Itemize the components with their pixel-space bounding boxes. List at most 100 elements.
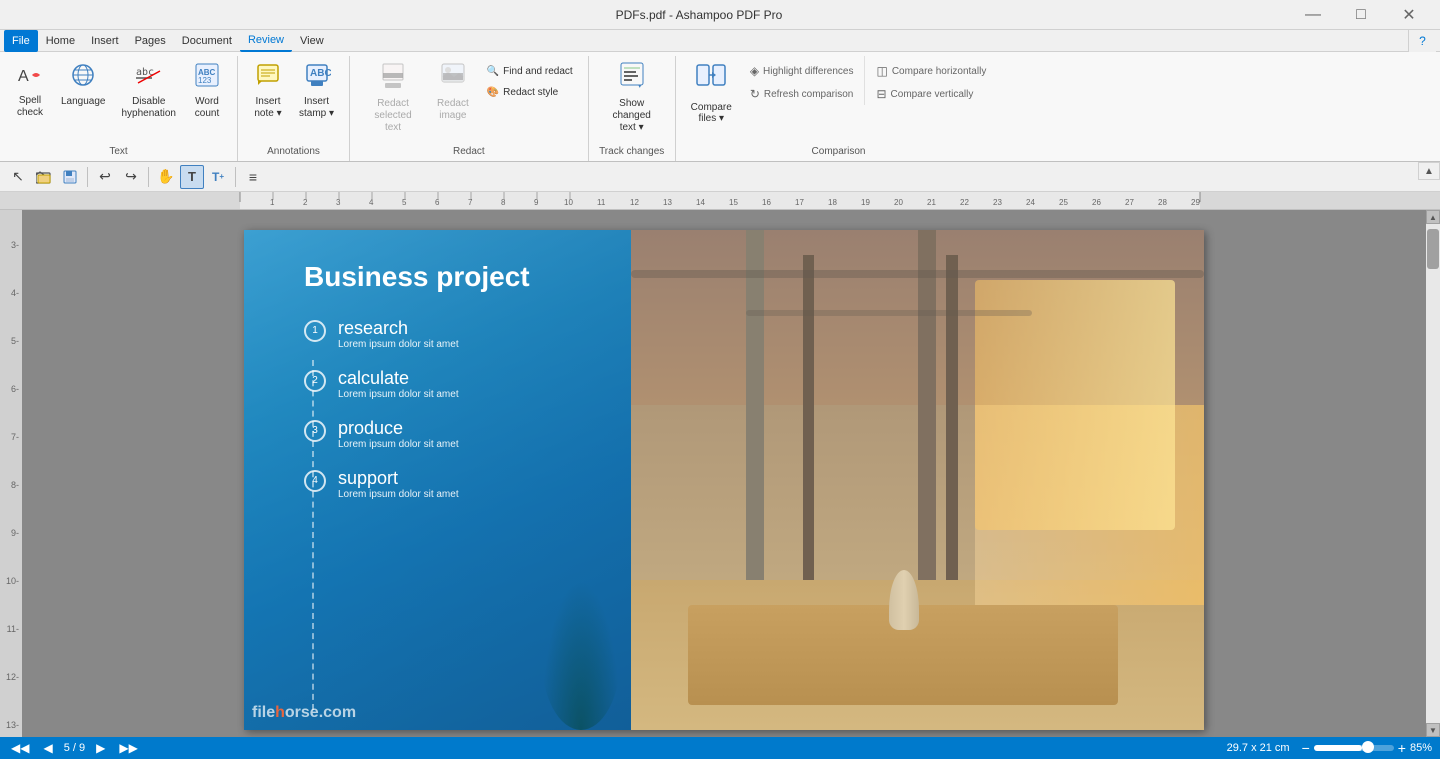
page-container: Business project 1 research Lorem ipsum …: [244, 230, 1204, 737]
pdf-item-1: 1 research Lorem ipsum dolor sit amet: [304, 318, 611, 350]
nav-prev-button[interactable]: ◀: [40, 741, 55, 755]
svg-text:29: 29: [1191, 198, 1200, 207]
toolbar-separator-2: [148, 167, 149, 187]
svg-text:1: 1: [270, 198, 275, 207]
redact-selected-text-button[interactable]: Redactselected text: [358, 56, 428, 139]
hand-tool-button[interactable]: ✋: [154, 165, 178, 189]
menu-view[interactable]: View: [292, 30, 332, 52]
compare-horizontally-button[interactable]: ◫ Compare horizontally: [869, 60, 993, 82]
svg-text:13: 13: [663, 198, 672, 207]
minimize-button[interactable]: —: [1290, 1, 1336, 29]
ruler: generate 1 2 3 4 5 6 7 8 9 10 11 12 13 1…: [0, 192, 1440, 210]
open-button[interactable]: [32, 165, 56, 189]
menu-home[interactable]: Home: [38, 30, 83, 52]
more-options-button[interactable]: ≡: [241, 165, 265, 189]
svg-text:25: 25: [1059, 198, 1068, 207]
redact-style-icon: 🎨: [487, 87, 499, 98]
zoom-out-button[interactable]: −: [1302, 740, 1310, 756]
zoom-slider-thumb[interactable]: [1362, 741, 1374, 753]
svg-text:19: 19: [861, 198, 870, 207]
svg-text:28: 28: [1158, 198, 1167, 207]
comparison-group-label: Comparison: [684, 143, 994, 161]
menu-document[interactable]: Document: [174, 30, 240, 52]
nav-last-button[interactable]: ▶▶: [116, 741, 140, 755]
spell-check-label: Spellcheck: [17, 95, 43, 119]
zoom-controls: − + 85%: [1302, 740, 1432, 756]
toolbar: ↖ ↩ ↪ ✋ T T+ ≡: [0, 162, 1440, 192]
compare-files-button[interactable]: Comparefiles ▾: [684, 56, 739, 129]
compare-vertically-button[interactable]: ⊟ Compare vertically: [869, 83, 993, 105]
nav-next-button[interactable]: ▶: [93, 741, 108, 755]
svg-text:7: 7: [468, 198, 473, 207]
svg-text:17: 17: [795, 198, 804, 207]
zoom-in-button[interactable]: +: [1398, 740, 1406, 756]
redo-button[interactable]: ↪: [119, 165, 143, 189]
disable-hyphenation-button[interactable]: abc Disablehyphe­nation: [115, 56, 184, 125]
text-group-label: Text: [8, 143, 229, 161]
menu-insert[interactable]: Insert: [83, 30, 127, 52]
undo-button[interactable]: ↩: [93, 165, 117, 189]
track-changes-group-label: Track changes: [597, 143, 667, 161]
window-title: PDFs.pdf - Ashampoo PDF Pro: [108, 8, 1290, 22]
svg-text:ABC: ABC: [310, 68, 331, 79]
find-and-redact-button[interactable]: 🔍 Find and redact: [480, 62, 580, 81]
menu-file[interactable]: File: [4, 30, 38, 52]
show-changed-text-button[interactable]: ▾ Showchanged text ▾: [597, 56, 667, 139]
maximize-button[interactable]: □: [1338, 1, 1384, 29]
status-right: 29.7 x 21 cm − + 85%: [1227, 740, 1432, 756]
spell-check-icon: A: [16, 61, 44, 93]
scroll-track[interactable]: [1426, 224, 1440, 723]
close-button[interactable]: ✕: [1386, 1, 1432, 29]
menu-pages[interactable]: Pages: [127, 30, 174, 52]
nav-first-button[interactable]: ◀◀: [8, 741, 32, 755]
svg-text:24: 24: [1026, 198, 1035, 207]
refresh-comparison-icon: ↻: [750, 87, 760, 101]
language-label: Language: [61, 96, 106, 108]
word-count-button[interactable]: ABC123 Wordcount: [185, 56, 229, 125]
scroll-down-button[interactable]: ▼: [1426, 723, 1440, 737]
insert-stamp-button[interactable]: ABC Insertstamp ▾: [292, 56, 341, 125]
redact-image-button[interactable]: Redactimage: [430, 56, 476, 139]
insert-note-button[interactable]: Insertnote ▾: [246, 56, 290, 125]
toolbar-separator-3: [235, 167, 236, 187]
ribbon-group-comparison: Comparefiles ▾ ◈ Highlight differences ↻…: [676, 56, 1002, 161]
pdf-left-panel: Business project 1 research Lorem ipsum …: [244, 230, 631, 730]
ribbon-collapse-button[interactable]: ▲: [1418, 162, 1440, 180]
svg-text:14: 14: [696, 198, 705, 207]
help-button[interactable]: ?: [1408, 30, 1436, 52]
compare-vertically-label: Compare vertically: [891, 89, 974, 100]
add-text-button[interactable]: T+: [206, 165, 230, 189]
pdf-item-4: 4 support Lorem ipsum dolor sit amet: [304, 468, 611, 500]
main-area: 3- 4- 5- 6- 7- 8- 9- 10- 11- 12- 13- 14-…: [0, 210, 1440, 737]
svg-text:18: 18: [828, 198, 837, 207]
pdf-item-4-text: support Lorem ipsum dolor sit amet: [338, 468, 459, 500]
scroll-up-button[interactable]: ▲: [1426, 210, 1440, 224]
svg-text:10: 10: [564, 198, 573, 207]
insert-stamp-label: Insertstamp ▾: [299, 96, 334, 120]
highlight-differences-button[interactable]: ◈ Highlight differences: [743, 60, 861, 82]
toolbar-separator-1: [87, 167, 88, 187]
spell-check-button[interactable]: A Spellcheck: [8, 56, 52, 124]
pdf-item-1-heading: research: [338, 318, 459, 339]
menu-review[interactable]: Review: [240, 30, 292, 52]
refresh-comparison-button[interactable]: ↻ Refresh comparison: [743, 83, 861, 105]
menu-bar: File Home Insert Pages Document Review V…: [0, 30, 1440, 52]
redact-selected-text-label: Redactselected text: [365, 98, 421, 134]
svg-text:16: 16: [762, 198, 771, 207]
svg-text:26: 26: [1092, 198, 1101, 207]
svg-text:123: 123: [198, 76, 212, 85]
save-button[interactable]: [58, 165, 82, 189]
pdf-item-3-text: produce Lorem ipsum dolor sit amet: [338, 418, 459, 450]
cursor-tool-button[interactable]: ↖: [6, 165, 30, 189]
redact-style-button[interactable]: 🎨 Redact style: [480, 83, 580, 102]
pdf-item-1-text: research Lorem ipsum dolor sit amet: [338, 318, 459, 350]
scroll-thumb[interactable]: [1427, 229, 1439, 269]
show-changed-text-label: Showchanged text ▾: [604, 98, 660, 134]
svg-text:6: 6: [435, 198, 440, 207]
redact-image-icon: [439, 61, 467, 96]
compare-files-label: Comparefiles ▾: [691, 102, 732, 124]
pdf-item-2-text: calculate Lorem ipsum dolor sit amet: [338, 368, 459, 400]
pdf-item-4-heading: support: [338, 468, 459, 489]
text-tool-button[interactable]: T: [180, 165, 204, 189]
language-button[interactable]: Language: [54, 56, 113, 113]
